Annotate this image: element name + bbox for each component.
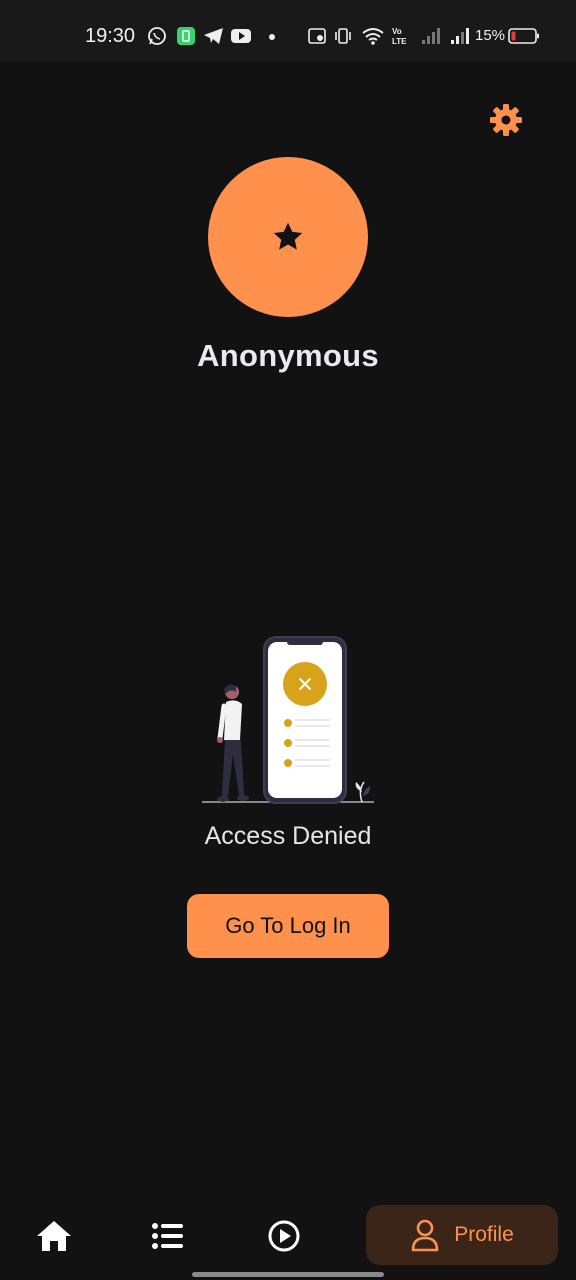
- youtube-icon: [231, 29, 251, 43]
- nav-play[interactable]: [258, 1210, 310, 1262]
- battery-saver-icon: [177, 27, 195, 45]
- signal-icon: [422, 28, 440, 44]
- gear-icon: [490, 104, 522, 136]
- list-icon: [152, 1223, 183, 1249]
- avatar: [208, 157, 368, 317]
- dot-icon: [269, 34, 275, 40]
- whatsapp-icon: [148, 27, 166, 45]
- vibrate-icon: [335, 28, 351, 44]
- battery-icon: [508, 28, 539, 44]
- status-bar: 19:30 Vo LTE 15%: [0, 0, 576, 62]
- settings-button[interactable]: [488, 102, 524, 138]
- nav-profile-label: Profile: [454, 1223, 514, 1246]
- username: Anonymous: [197, 338, 379, 373]
- home-icon: [37, 1221, 71, 1251]
- access-denied-illustration: [202, 636, 374, 804]
- nav-profile[interactable]: Profile: [366, 1205, 558, 1265]
- nav-home[interactable]: [28, 1210, 80, 1262]
- svg-text:LTE: LTE: [392, 37, 407, 46]
- battery-percent: 15%: [475, 27, 506, 44]
- bottom-nav: Profile: [0, 1196, 576, 1280]
- status-time: 19:30: [85, 25, 136, 47]
- svg-text:Vo: Vo: [392, 27, 402, 36]
- screen-record-icon: [308, 28, 326, 44]
- play-circle-icon: [268, 1220, 300, 1252]
- person-icon: [411, 1219, 439, 1252]
- nav-list[interactable]: [142, 1210, 194, 1262]
- telegram-icon: [204, 28, 223, 44]
- home-indicator[interactable]: [192, 1272, 384, 1277]
- signal-icon: [451, 28, 469, 44]
- wifi-icon: [362, 28, 384, 45]
- go-to-login-button[interactable]: Go To Log In: [187, 894, 389, 958]
- volte-icon: Vo LTE: [392, 27, 407, 46]
- profile-screen: 19:30 Vo LTE 15% Anonymous Access Denied…: [0, 0, 576, 1280]
- star-icon: [273, 222, 303, 250]
- access-denied-message: Access Denied: [204, 822, 372, 850]
